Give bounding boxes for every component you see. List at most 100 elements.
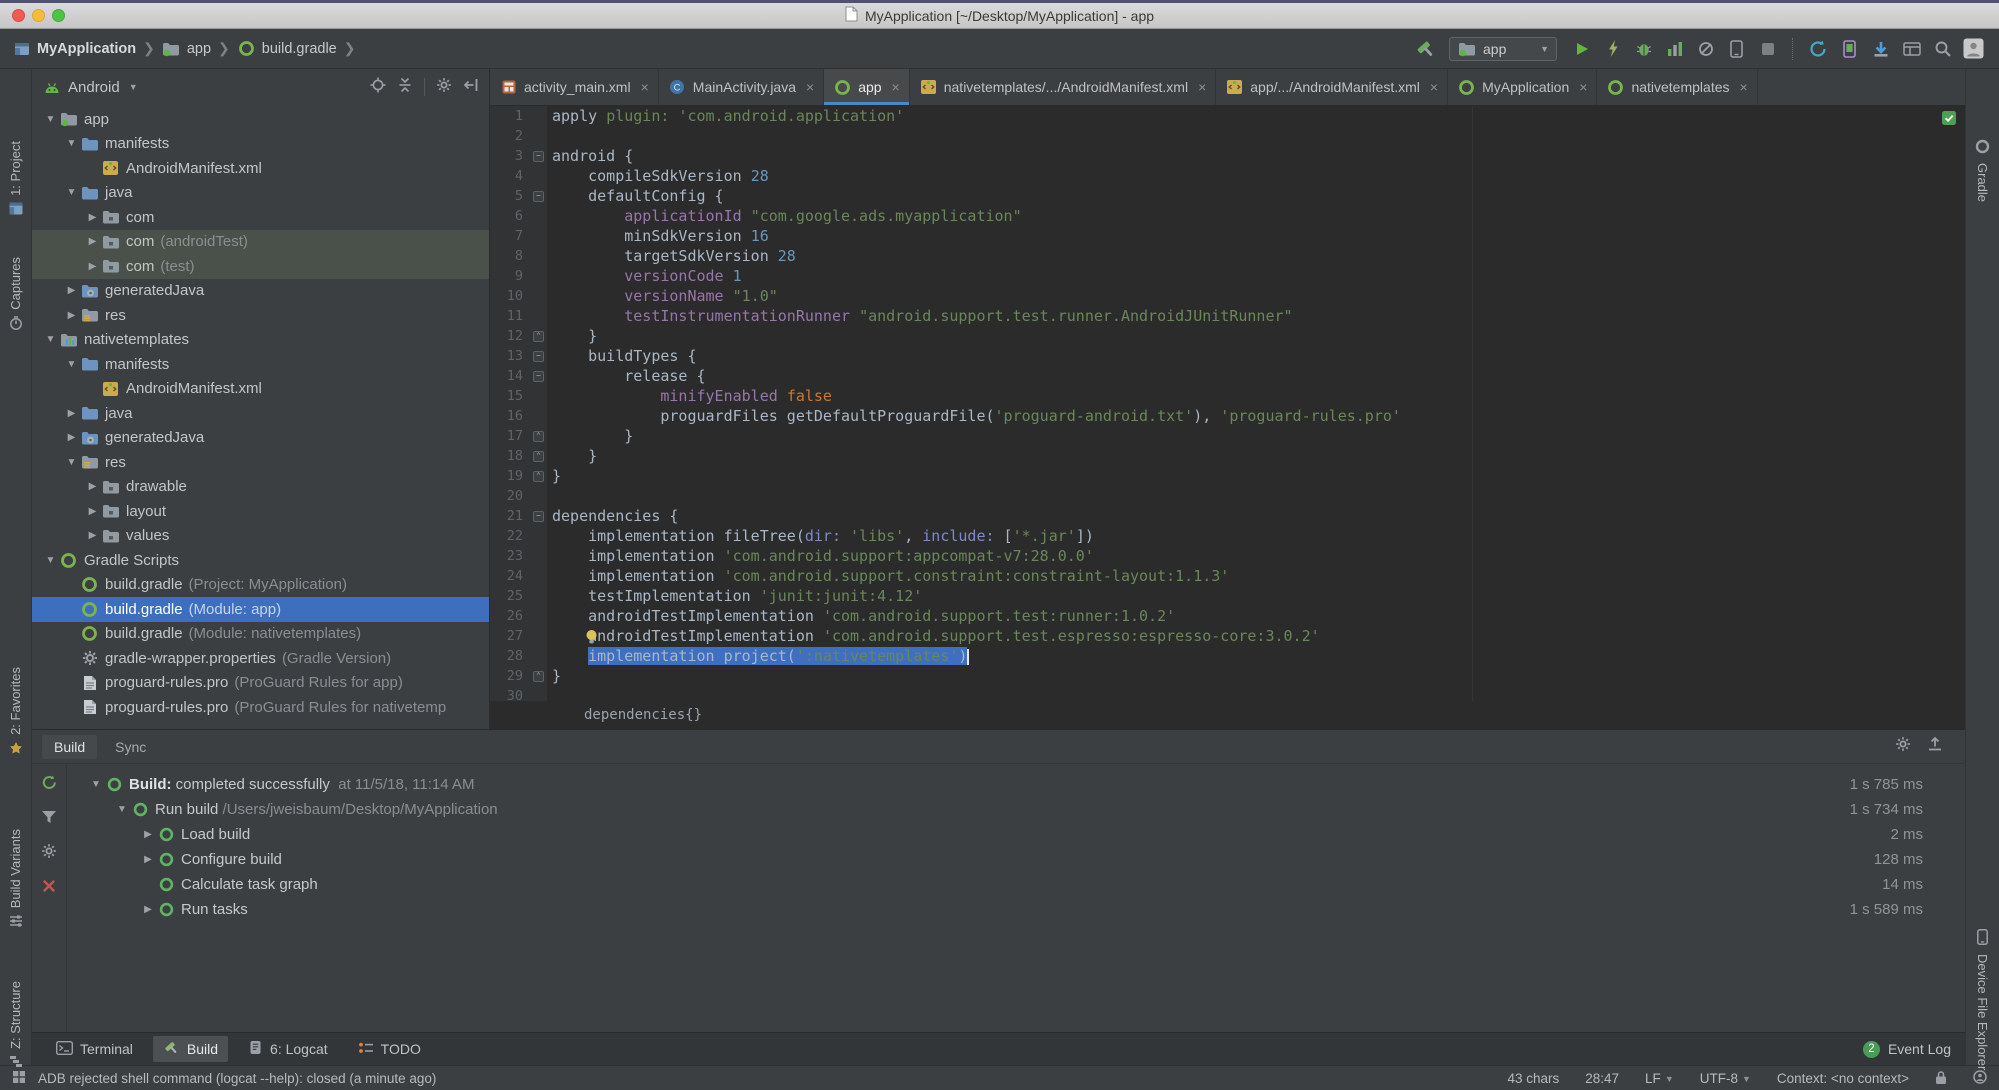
expand-arrow-icon[interactable]: ▶: [63, 285, 80, 296]
run-icon[interactable]: [1568, 36, 1595, 62]
tree-row[interactable]: build.gradle (Module: app): [32, 597, 489, 622]
search-everywhere-icon[interactable]: [1929, 36, 1956, 62]
inspections-status-icon[interactable]: [1942, 111, 1956, 130]
toolwindow-button-todo[interactable]: TODO: [348, 1037, 431, 1062]
fold-marker-icon[interactable]: ⌃: [533, 431, 544, 442]
expand-arrow-icon[interactable]: ▶: [84, 236, 101, 247]
code-line[interactable]: 19 ⌃}: [490, 466, 1965, 486]
fold-marker-icon[interactable]: ⌃: [533, 671, 544, 682]
expand-arrow-icon[interactable]: ▶: [63, 432, 80, 443]
project-structure-icon[interactable]: [1898, 36, 1925, 62]
expand-arrow-icon[interactable]: ▼: [42, 114, 59, 125]
tree-row[interactable]: ▼ res: [32, 450, 489, 475]
expand-arrow-icon[interactable]: ▶: [63, 408, 80, 419]
fold-marker-icon[interactable]: −: [533, 351, 544, 362]
lock-icon[interactable]: [1935, 1070, 1947, 1088]
code-line[interactable]: 22 implementation fileTree(dir: 'libs', …: [490, 526, 1965, 546]
editor-tab[interactable]: C MainActivity.java ×: [659, 69, 825, 105]
code-line[interactable]: 8 targetSdkVersion 28: [490, 246, 1965, 266]
tree-row[interactable]: ▶ generatedJava: [32, 426, 489, 451]
code-line[interactable]: 14− release {: [490, 366, 1965, 386]
breadcrumb-module[interactable]: app: [162, 41, 211, 57]
tree-row[interactable]: ▶ com (androidTest): [32, 229, 489, 254]
breadcrumb-project[interactable]: MyApplication: [12, 41, 136, 57]
code-line[interactable]: 11 testInstrumentationRunner "android.su…: [490, 306, 1965, 326]
expand-arrow-icon[interactable]: ▶: [84, 506, 101, 517]
expand-arrow-icon[interactable]: ▶: [139, 854, 157, 865]
tree-row[interactable]: AndroidManifest.xml: [32, 377, 489, 402]
stripe-button-device-file-explorer[interactable]: Device File Explorer: [1966, 929, 1999, 1070]
fold-marker-icon[interactable]: ⌃: [533, 451, 544, 462]
close-window-button[interactable]: [12, 9, 25, 22]
tree-row[interactable]: ▶ drawable: [32, 475, 489, 500]
tree-row[interactable]: ▶ com (test): [32, 254, 489, 279]
profile-icon[interactable]: [1661, 36, 1688, 62]
avd-manager-icon[interactable]: [1836, 36, 1863, 62]
locate-file-icon[interactable]: [370, 77, 386, 97]
hide-panel-icon[interactable]: [1927, 736, 1943, 757]
zoom-window-button[interactable]: [52, 9, 65, 22]
collapse-all-icon[interactable]: [397, 77, 413, 97]
inspections-profile-icon[interactable]: [1973, 1070, 1987, 1087]
fold-marker-icon[interactable]: ⌃: [533, 471, 544, 482]
stop-icon[interactable]: [1754, 36, 1781, 62]
rerun-build-icon[interactable]: [41, 774, 58, 796]
editor-tab[interactable]: nativetemplates/.../AndroidManifest.xml ×: [910, 69, 1217, 105]
debug-icon[interactable]: [1630, 36, 1657, 62]
tab-sync[interactable]: Sync: [103, 735, 158, 759]
tree-row[interactable]: ▼ manifests: [32, 132, 489, 157]
code-line[interactable]: 27 androidTestImplementation 'com.androi…: [490, 626, 1965, 646]
code-line[interactable]: 5− defaultConfig {: [490, 186, 1965, 206]
build-output-row[interactable]: Calculate task graph 14 ms: [67, 872, 1965, 897]
toolwindow-button-terminal[interactable]: Terminal: [46, 1037, 143, 1062]
code-line[interactable]: 12 ⌃ }: [490, 326, 1965, 346]
code-line[interactable]: 1 apply plugin: 'com.android.application': [490, 106, 1965, 126]
tree-row[interactable]: proguard-rules.pro (ProGuard Rules for na…: [32, 695, 489, 720]
code-line[interactable]: 29 ⌃}: [490, 666, 1965, 686]
fold-marker-icon[interactable]: ⌃: [533, 331, 544, 342]
gear-icon[interactable]: [436, 77, 452, 98]
toolwindow-button--logcat[interactable]: 6: Logcat: [238, 1036, 338, 1062]
status-widget[interactable]: Context: <no context>: [1777, 1071, 1909, 1086]
tree-row[interactable]: AndroidManifest.xml: [32, 156, 489, 181]
tree-row[interactable]: ▶ res: [32, 303, 489, 328]
expand-arrow-icon[interactable]: ▼: [63, 457, 80, 468]
expand-arrow-icon[interactable]: ▶: [84, 481, 101, 492]
code-line[interactable]: 4 compileSdkVersion 28: [490, 166, 1965, 186]
expand-arrow-icon[interactable]: ▼: [42, 555, 59, 566]
editor-tab[interactable]: app ×: [824, 69, 910, 105]
tree-row[interactable]: ▼ nativetemplates: [32, 328, 489, 353]
hide-panel-icon[interactable]: [463, 77, 479, 97]
close-icon[interactable]: ×: [1579, 79, 1587, 95]
code-line[interactable]: 30: [490, 686, 1965, 701]
code-line[interactable]: 13− buildTypes {: [490, 346, 1965, 366]
minimize-window-button[interactable]: [32, 9, 45, 22]
user-avatar-icon[interactable]: [1960, 36, 1987, 62]
editor-tab[interactable]: MyApplication ×: [1448, 69, 1598, 105]
run-config-selector[interactable]: app ▼: [1449, 36, 1557, 61]
build-output-row[interactable]: ▼ Run build /Users/jweisbaum/Desktop/MyAp…: [67, 797, 1965, 822]
tab-build[interactable]: Build: [42, 734, 98, 759]
stripe-button-captures[interactable]: Captures: [0, 257, 31, 333]
stripe-button--favorites[interactable]: 2: Favorites: [0, 667, 31, 758]
expand-arrow-icon[interactable]: ▼: [87, 779, 105, 790]
expand-arrow-icon[interactable]: ▶: [63, 310, 80, 321]
editor-tab[interactable]: app/.../AndroidManifest.xml ×: [1216, 69, 1449, 105]
expand-arrow-icon[interactable]: ▶: [84, 530, 101, 541]
filter-icon[interactable]: [41, 810, 57, 829]
tree-row[interactable]: ▶ generatedJava: [32, 279, 489, 304]
toolwindow-button-build[interactable]: Build: [152, 1036, 229, 1062]
tree-row[interactable]: ▼ Gradle Scripts: [32, 548, 489, 573]
fold-marker-icon[interactable]: −: [533, 191, 544, 202]
close-icon[interactable]: ×: [806, 79, 814, 95]
code-line[interactable]: 18 ⌃ }: [490, 446, 1965, 466]
tree-row[interactable]: ▼ java: [32, 181, 489, 206]
status-widget[interactable]: LF ▼: [1645, 1071, 1674, 1086]
code-line[interactable]: 17 ⌃ }: [490, 426, 1965, 446]
code-line[interactable]: 3− android {: [490, 146, 1965, 166]
tree-row[interactable]: ▼ manifests: [32, 352, 489, 377]
expand-arrow-icon[interactable]: ▶: [84, 261, 101, 272]
fold-marker-icon[interactable]: −: [533, 511, 544, 522]
build-output-row[interactable]: ▶ Run tasks 1 s 589 ms: [67, 897, 1965, 922]
code-line[interactable]: 23 implementation 'com.android.support:a…: [490, 546, 1965, 566]
